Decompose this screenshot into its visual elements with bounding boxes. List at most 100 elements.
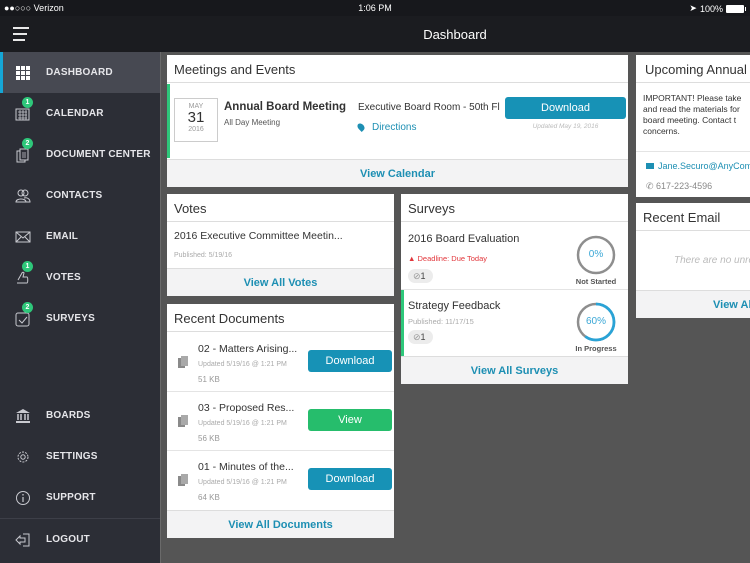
sidebar-item-label: DASHBOARD [46, 67, 113, 78]
vote-name: 2016 Executive Committee Meetin... [174, 230, 343, 242]
deadline-warning: ▲ Deadline: Due Today [408, 254, 488, 263]
contact-email-link[interactable]: Jane.Securo@AnyCompany [646, 161, 750, 171]
document-row[interactable]: 02 - Matters Arising... Updated 5/19/16 … [167, 333, 394, 392]
sidebar-item-settings[interactable]: SETTINGS [0, 436, 160, 477]
download-button[interactable]: Download [505, 97, 626, 119]
contact-phone[interactable]: ✆ 617-223-4596 [646, 181, 712, 192]
survey-item[interactable]: Strategy Feedback Published: 11/17/15 ⊘1… [401, 290, 628, 356]
menu-icon[interactable] [13, 27, 29, 41]
view-all-email-link[interactable]: View All [636, 290, 750, 318]
sidebar-item-logout[interactable]: LOGOUT [0, 519, 160, 560]
votes-card: Votes 2016 Executive Committee Meetin...… [167, 194, 394, 296]
sidebar-item-document-center[interactable]: 2 DOCUMENT CENTER [0, 134, 160, 175]
sidebar-item-surveys[interactable]: 2 SURVEYS [0, 298, 160, 339]
document-row[interactable]: 01 - Minutes of the... Updated 5/19/16 @… [167, 451, 394, 510]
sidebar-item-label: BOARDS [46, 410, 91, 421]
gear-icon [17, 451, 29, 462]
attachment-count: ⊘1 [408, 330, 433, 344]
updated-label: Updated May 19, 2016 [532, 123, 599, 130]
directions-label: Directions [372, 122, 417, 133]
card-title: Votes [167, 194, 394, 222]
date-year: 2016 [188, 126, 204, 133]
notification-badge: 1 [22, 261, 33, 272]
sidebar-item-boards[interactable]: BOARDS [0, 395, 160, 436]
card-title: Recent Documents [167, 304, 394, 332]
card-title: Recent Email [636, 203, 750, 231]
surveys-icon [15, 312, 30, 326]
survey-published: Published: 11/17/15 [408, 317, 474, 326]
document-name: 02 - Matters Arising... [198, 343, 298, 355]
sidebar-item-label: SETTINGS [46, 451, 98, 462]
directions-link[interactable]: Directions [356, 122, 417, 133]
meeting-location: Executive Board Room - 50th Fl [358, 102, 500, 113]
card-title: Surveys [401, 194, 628, 222]
notification-badge: 2 [22, 138, 33, 149]
sidebar-item-label: CONTACTS [46, 190, 103, 201]
paperclip-icon: ⊘ [413, 332, 421, 342]
divider [636, 151, 750, 152]
view-all-documents-link[interactable]: View All Documents [167, 510, 394, 538]
battery-indicator: ➤ 100% [689, 3, 746, 14]
calendar-icon [15, 108, 30, 120]
empty-state: There are no unread emails [674, 255, 750, 266]
document-row[interactable]: 03 - Proposed Res... Updated 5/19/16 @ 1… [167, 392, 394, 451]
meeting-item[interactable]: MAY 31 2016 Annual Board Meeting All Day… [167, 84, 628, 158]
download-button[interactable]: Download [308, 350, 392, 372]
sidebar-item-contacts[interactable]: CONTACTS [0, 175, 160, 216]
page-title: Dashboard [160, 16, 750, 52]
dashboard-content: Meetings and Events MAY 31 2016 Annual B… [160, 52, 750, 563]
boards-icon [16, 408, 30, 423]
sidebar-item-calendar[interactable]: 1 CALENDAR [0, 93, 160, 134]
battery-icon [726, 4, 746, 13]
contacts-icon [15, 189, 31, 202]
document-icon [178, 474, 188, 486]
sidebar-item-label: VOTES [46, 272, 81, 283]
document-size: 51 KB [198, 375, 220, 384]
info-icon [16, 490, 30, 505]
vote-published: Published: 5/19/16 [174, 252, 232, 259]
document-updated: Updated 5/19/16 @ 1:21 PM [198, 479, 287, 486]
sidebar-item-votes[interactable]: 1 VOTES [0, 257, 160, 298]
view-all-votes-link[interactable]: View All Votes [167, 268, 394, 296]
progress-percent: 0% [588, 249, 604, 260]
sidebar-item-email[interactable]: EMAIL [0, 216, 160, 257]
document-updated: Updated 5/19/16 @ 1:21 PM [198, 361, 287, 368]
meeting-subtitle: All Day Meeting [224, 118, 281, 127]
document-name: 03 - Proposed Res... [198, 402, 295, 414]
sidebar: DASHBOARD 1 CALENDAR 2 DOCUMENT CENTER C… [0, 16, 160, 563]
survey-status: In Progress [575, 344, 617, 353]
status-bar: ●●○○○ Verizon 1:06 PM ➤ 100% [0, 0, 750, 16]
logout-icon [15, 533, 30, 546]
view-all-surveys-link[interactable]: View All Surveys [401, 356, 628, 384]
survey-item[interactable]: 2016 Board Evaluation ▲ Deadline: Due To… [401, 223, 628, 290]
sidebar-item-label: CALENDAR [46, 108, 104, 119]
survey-name: 2016 Board Evaluation [408, 233, 520, 245]
email-icon [15, 231, 31, 242]
sidebar-item-label: SURVEYS [46, 313, 96, 324]
surveys-card: Surveys 2016 Board Evaluation ▲ Deadline… [401, 194, 628, 384]
recent-documents-card: Recent Documents 02 - Matters Arising...… [167, 304, 394, 538]
survey-name: Strategy Feedback [408, 300, 501, 312]
sidebar-header [0, 16, 160, 52]
announcement-body: IMPORTANT! Please take and read the mate… [643, 93, 742, 136]
recent-email-card: Recent Email There are no unread emails … [636, 203, 750, 318]
phone-icon: ✆ [646, 181, 657, 191]
view-calendar-link[interactable]: View Calendar [167, 159, 628, 187]
document-size: 64 KB [198, 493, 220, 502]
survey-status: Not Started [575, 277, 617, 286]
document-updated: Updated 5/19/16 @ 1:21 PM [198, 420, 287, 427]
documents-icon [16, 148, 29, 162]
sidebar-item-label: SUPPORT [46, 492, 96, 503]
sidebar-item-support[interactable]: SUPPORT [0, 477, 160, 518]
document-icon [178, 356, 188, 368]
sidebar-item-dashboard[interactable]: DASHBOARD [0, 52, 160, 93]
warning-icon: ▲ [408, 254, 418, 263]
email-icon [646, 163, 654, 169]
notification-badge: 1 [22, 97, 33, 108]
document-name: 01 - Minutes of the... [198, 461, 294, 473]
download-button[interactable]: Download [308, 468, 392, 490]
view-button[interactable]: View [308, 409, 392, 431]
battery-label: 100% [699, 3, 723, 14]
attachment-count: ⊘1 [408, 269, 433, 283]
date-day: 31 [187, 109, 205, 126]
